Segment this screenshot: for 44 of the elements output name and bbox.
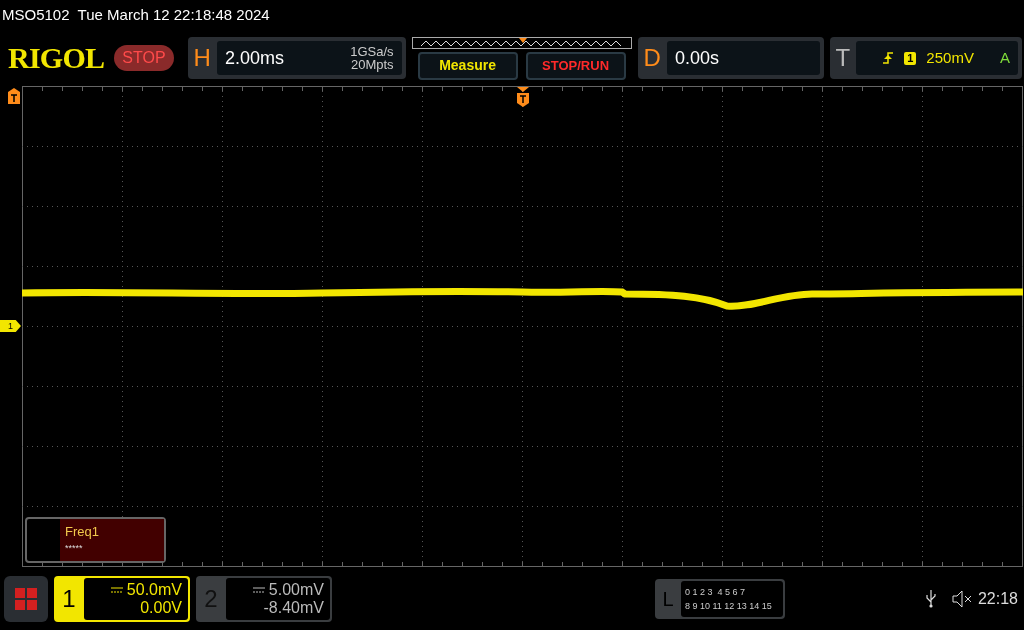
run-state-badge: STOP — [114, 45, 174, 71]
dc-coupling-icon — [110, 586, 123, 593]
clock-text: 22:18 — [977, 588, 1018, 609]
channel-scale: 5.00mV — [268, 580, 324, 599]
menu-grid-button[interactable] — [4, 575, 48, 622]
channel-1-marker[interactable]: 1 — [0, 320, 21, 332]
brand-logo: RIGOL — [8, 43, 105, 73]
sample-rate-text: 1GSa/s — [350, 45, 394, 58]
channel-panel[interactable]: 1 50.0mV 0.00V — [54, 575, 190, 622]
trigger-label: T — [835, 43, 851, 73]
usb-icon — [925, 589, 936, 608]
dc-coupling-icon — [252, 586, 265, 593]
delay-label: D — [643, 43, 661, 73]
trigger-position-marker-icon — [517, 87, 529, 107]
four-squares-icon — [15, 587, 37, 610]
channel-offset: 0.00V — [140, 598, 182, 617]
trigger-source-badge: 1 — [904, 51, 917, 65]
logic-label: L — [661, 586, 675, 612]
rising-edge-icon — [882, 51, 895, 65]
horizontal-reference-marker-icon — [8, 88, 20, 104]
speaker-muted-icon — [951, 589, 972, 608]
trigger-level-value: 250mV — [926, 47, 974, 68]
horizontal-label: H — [193, 43, 211, 73]
delay-value: 0.00s — [674, 46, 719, 70]
channel-number: 1 — [61, 583, 77, 614]
delay-panel[interactable]: D 0.00s — [637, 37, 824, 79]
channel-scale: 50.0mV — [126, 580, 182, 599]
trigger-position-icon — [518, 37, 527, 43]
measurement-name: Freq1 — [65, 523, 100, 541]
logic-channel-panel[interactable]: L 0 1 2 3 4 5 6 7 8 9 10 11 12 13 14 15 — [654, 578, 785, 619]
horizontal-panel[interactable]: H 2.00ms 1GSa/s 20Mpts — [187, 37, 406, 79]
trigger-mode-text: A — [1000, 47, 1010, 68]
logic-channel-row-text: 8 9 10 11 12 13 14 15 — [684, 599, 773, 613]
stop-run-button[interactable]: STOP/RUN — [525, 51, 626, 80]
measurement-value: ***** — [65, 541, 84, 555]
measurement-panel[interactable]: Freq1 ***** — [25, 517, 166, 563]
overview-wave-icon — [420, 38, 621, 47]
measure-button[interactable]: Measure — [417, 51, 518, 80]
device-status-text: MSO5102 Tue March 12 22:18:48 2024 — [2, 4, 270, 25]
channel-offset: -8.40mV — [263, 598, 324, 617]
logic-channel-row-text: 0 1 2 3 4 5 6 7 — [684, 585, 746, 599]
timebase-value: 2.00ms — [224, 46, 284, 70]
trigger-panel[interactable]: T 1 250mV A — [829, 37, 1022, 79]
memory-depth-text: 20Mpts — [350, 58, 394, 71]
